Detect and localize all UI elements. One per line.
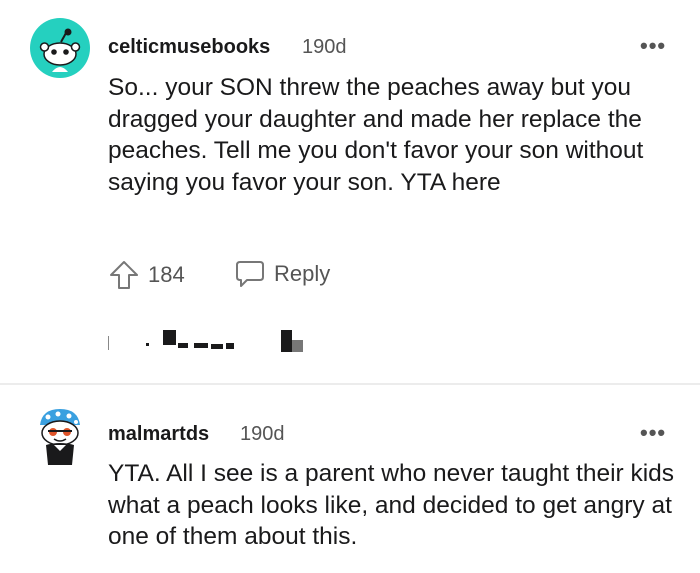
user-avatar[interactable] [34, 405, 86, 467]
upvote-icon [110, 261, 138, 289]
comment-body: So... your SON threw the peaches away bu… [108, 74, 644, 196]
comment-age: 190d [240, 423, 285, 445]
comment-bubble-icon [236, 261, 264, 287]
upvote-button[interactable]: 184 [108, 259, 185, 291]
comment-1: celticmusebooks 190d ••• So... your SON … [0, 0, 700, 383]
username[interactable]: malmartds [108, 423, 209, 446]
more-options-icon[interactable]: ••• [640, 35, 666, 57]
comment-2: malmartds 190d ••• YTA. All I see is a p… [0, 385, 700, 573]
comment-body: YTA. All I see is a parent who never tau… [108, 460, 675, 550]
username[interactable]: celticmusebooks [108, 36, 270, 59]
reply-label: Reply [274, 261, 331, 286]
reply-button[interactable]: Reply [234, 259, 330, 289]
upvote-count: 184 [148, 262, 185, 287]
comment-age: 190d [302, 36, 347, 58]
user-avatar[interactable] [30, 18, 90, 78]
more-options-icon[interactable]: ••• [640, 422, 666, 444]
